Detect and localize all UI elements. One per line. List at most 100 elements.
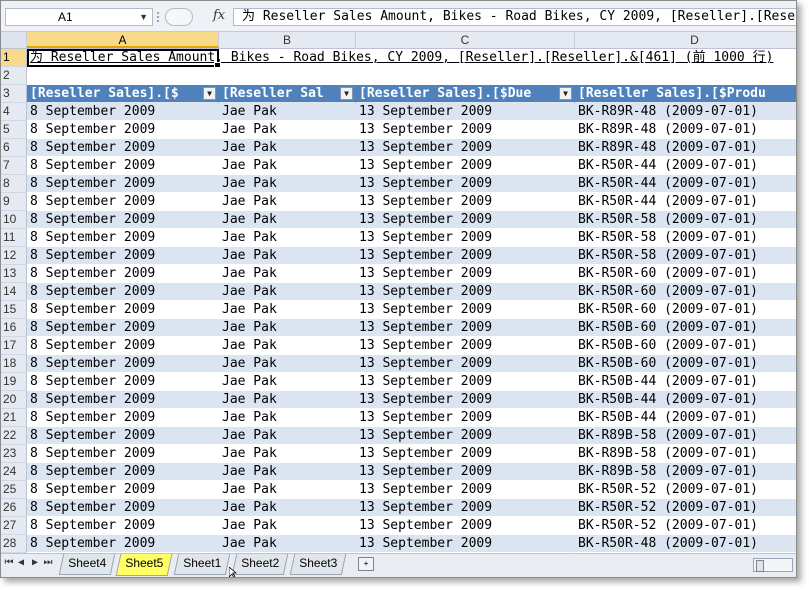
cell[interactable]: 8 September 2009 [27, 409, 219, 427]
row-header[interactable]: 7 [1, 157, 27, 175]
cell[interactable]: 13 September 2009 [356, 157, 575, 175]
cell[interactable]: Jae Pak [219, 229, 356, 247]
tab-sheet4[interactable]: Sheet4 [58, 554, 116, 575]
cell[interactable]: BK-R50B-60 (2009-07-01) [575, 319, 796, 337]
cell[interactable]: 8 September 2009 [27, 247, 219, 265]
last-sheet-icon[interactable]: ⏭ [42, 557, 54, 568]
cell[interactable]: Jae Pak [219, 139, 356, 157]
cell[interactable]: Jae Pak [219, 391, 356, 409]
cell[interactable]: 8 September 2009 [27, 193, 219, 211]
cell[interactable]: BK-R50R-60 (2009-07-01) [575, 301, 796, 319]
cell[interactable]: Jae Pak [219, 337, 356, 355]
cell[interactable]: Jae Pak [219, 463, 356, 481]
row-header[interactable]: 4 [1, 103, 27, 121]
cell[interactable]: 8 September 2009 [27, 211, 219, 229]
cell[interactable]: BK-R50B-60 (2009-07-01) [575, 355, 796, 373]
name-box[interactable]: A1 ▼ [5, 8, 153, 26]
cell[interactable]: BK-R50R-58 (2009-07-01) [575, 229, 796, 247]
row-header[interactable]: 15 [1, 301, 27, 319]
cell[interactable]: 8 September 2009 [27, 139, 219, 157]
cell[interactable]: BK-R50R-52 (2009-07-01) [575, 481, 796, 499]
cell[interactable]: 13 September 2009 [356, 337, 575, 355]
row-header[interactable]: 10 [1, 211, 27, 229]
cell[interactable]: BK-R89R-48 (2009-07-01) [575, 121, 796, 139]
cell[interactable]: Jae Pak [219, 175, 356, 193]
cell[interactable]: 13 September 2009 [356, 517, 575, 535]
cell[interactable] [219, 67, 356, 85]
cell[interactable]: BK-R50R-44 (2009-07-01) [575, 157, 796, 175]
cell[interactable]: Jae Pak [219, 373, 356, 391]
row-header[interactable]: 24 [1, 463, 27, 481]
cell[interactable]: Jae Pak [219, 517, 356, 535]
cell[interactable]: 8 September 2009 [27, 283, 219, 301]
row-header[interactable]: 14 [1, 283, 27, 301]
row-header[interactable]: 17 [1, 337, 27, 355]
cell[interactable]: 8 September 2009 [27, 445, 219, 463]
filter-dropdown-icon[interactable]: ▼ [559, 87, 572, 100]
collapse-pill[interactable] [165, 8, 193, 26]
formula-input[interactable]: 为 Reseller Sales Amount, Bikes - Road Bi… [233, 8, 796, 26]
cell[interactable]: Jae Pak [219, 103, 356, 121]
cell[interactable]: Jae Pak [219, 193, 356, 211]
table-header-cell[interactable]: [Reseller Sales].[$ [27, 85, 219, 103]
cell[interactable]: Jae Pak [219, 283, 356, 301]
cell[interactable]: BK-R50R-60 (2009-07-01) [575, 265, 796, 283]
column-header-c[interactable]: C [356, 32, 575, 48]
cell[interactable]: 13 September 2009 [356, 283, 575, 301]
row-header[interactable]: 25 [1, 481, 27, 499]
cell[interactable]: 8 September 2009 [27, 157, 219, 175]
cell[interactable]: Jae Pak [219, 481, 356, 499]
cell[interactable]: BK-R50R-58 (2009-07-01) [575, 211, 796, 229]
column-header-d[interactable]: D [575, 32, 796, 48]
cell[interactable]: 8 September 2009 [27, 517, 219, 535]
cell[interactable]: Jae Pak [219, 247, 356, 265]
row-header[interactable]: 19 [1, 373, 27, 391]
cell[interactable]: BK-R50R-52 (2009-07-01) [575, 517, 796, 535]
filter-dropdown-icon[interactable]: ▼ [340, 87, 353, 100]
cell[interactable]: 13 September 2009 [356, 409, 575, 427]
tab-sheet1[interactable]: Sheet1 [173, 554, 231, 575]
cell[interactable]: 13 September 2009 [356, 265, 575, 283]
row-header[interactable]: 20 [1, 391, 27, 409]
column-header-a[interactable]: A [27, 32, 219, 48]
cell[interactable]: Jae Pak [219, 301, 356, 319]
cell[interactable]: 8 September 2009 [27, 535, 219, 553]
cell[interactable]: BK-R50R-60 (2009-07-01) [575, 283, 796, 301]
cell[interactable]: BK-R50B-44 (2009-07-01) [575, 373, 796, 391]
cell[interactable]: BK-R50B-44 (2009-07-01) [575, 409, 796, 427]
scroll-thumb[interactable] [756, 560, 764, 572]
cell[interactable]: BK-R50B-44 (2009-07-01) [575, 391, 796, 409]
cell[interactable] [27, 67, 219, 85]
row-header[interactable]: 5 [1, 121, 27, 139]
prev-sheet-icon[interactable]: ◀ [15, 557, 27, 568]
insert-function-icon[interactable]: fx [213, 8, 225, 23]
cell[interactable]: 13 September 2009 [356, 139, 575, 157]
row-header[interactable]: 16 [1, 319, 27, 337]
cell[interactable]: 13 September 2009 [356, 193, 575, 211]
cell[interactable]: Jae Pak [219, 409, 356, 427]
cell[interactable]: BK-R89R-48 (2009-07-01) [575, 103, 796, 121]
cell[interactable]: Jae Pak [219, 265, 356, 283]
row-header[interactable]: 1 [1, 49, 27, 67]
tab-sheet3[interactable]: Sheet3 [289, 554, 347, 575]
cell[interactable]: 8 September 2009 [27, 391, 219, 409]
name-box-dropdown-icon[interactable]: ▼ [139, 9, 148, 25]
row-header[interactable]: 8 [1, 175, 27, 193]
table-header-cell[interactable]: [Reseller Sales].[$Due [356, 85, 575, 103]
first-sheet-icon[interactable]: ⏮ [3, 557, 15, 568]
cell[interactable]: BK-R50R-58 (2009-07-01) [575, 247, 796, 265]
cell[interactable]: 13 September 2009 [356, 103, 575, 121]
row-header[interactable]: 12 [1, 247, 27, 265]
cell[interactable]: 8 September 2009 [27, 337, 219, 355]
cell[interactable]: 13 September 2009 [356, 355, 575, 373]
row-header[interactable]: 11 [1, 229, 27, 247]
cell[interactable]: Jae Pak [219, 355, 356, 373]
cell[interactable]: Jae Pak [219, 157, 356, 175]
cell[interactable]: 8 September 2009 [27, 427, 219, 445]
cell[interactable]: BK-R89B-58 (2009-07-01) [575, 463, 796, 481]
cell[interactable]: Jae Pak [219, 121, 356, 139]
cell[interactable]: 13 September 2009 [356, 463, 575, 481]
cell[interactable]: 8 September 2009 [27, 319, 219, 337]
row-header[interactable]: 28 [1, 535, 27, 553]
cell[interactable]: 13 September 2009 [356, 175, 575, 193]
